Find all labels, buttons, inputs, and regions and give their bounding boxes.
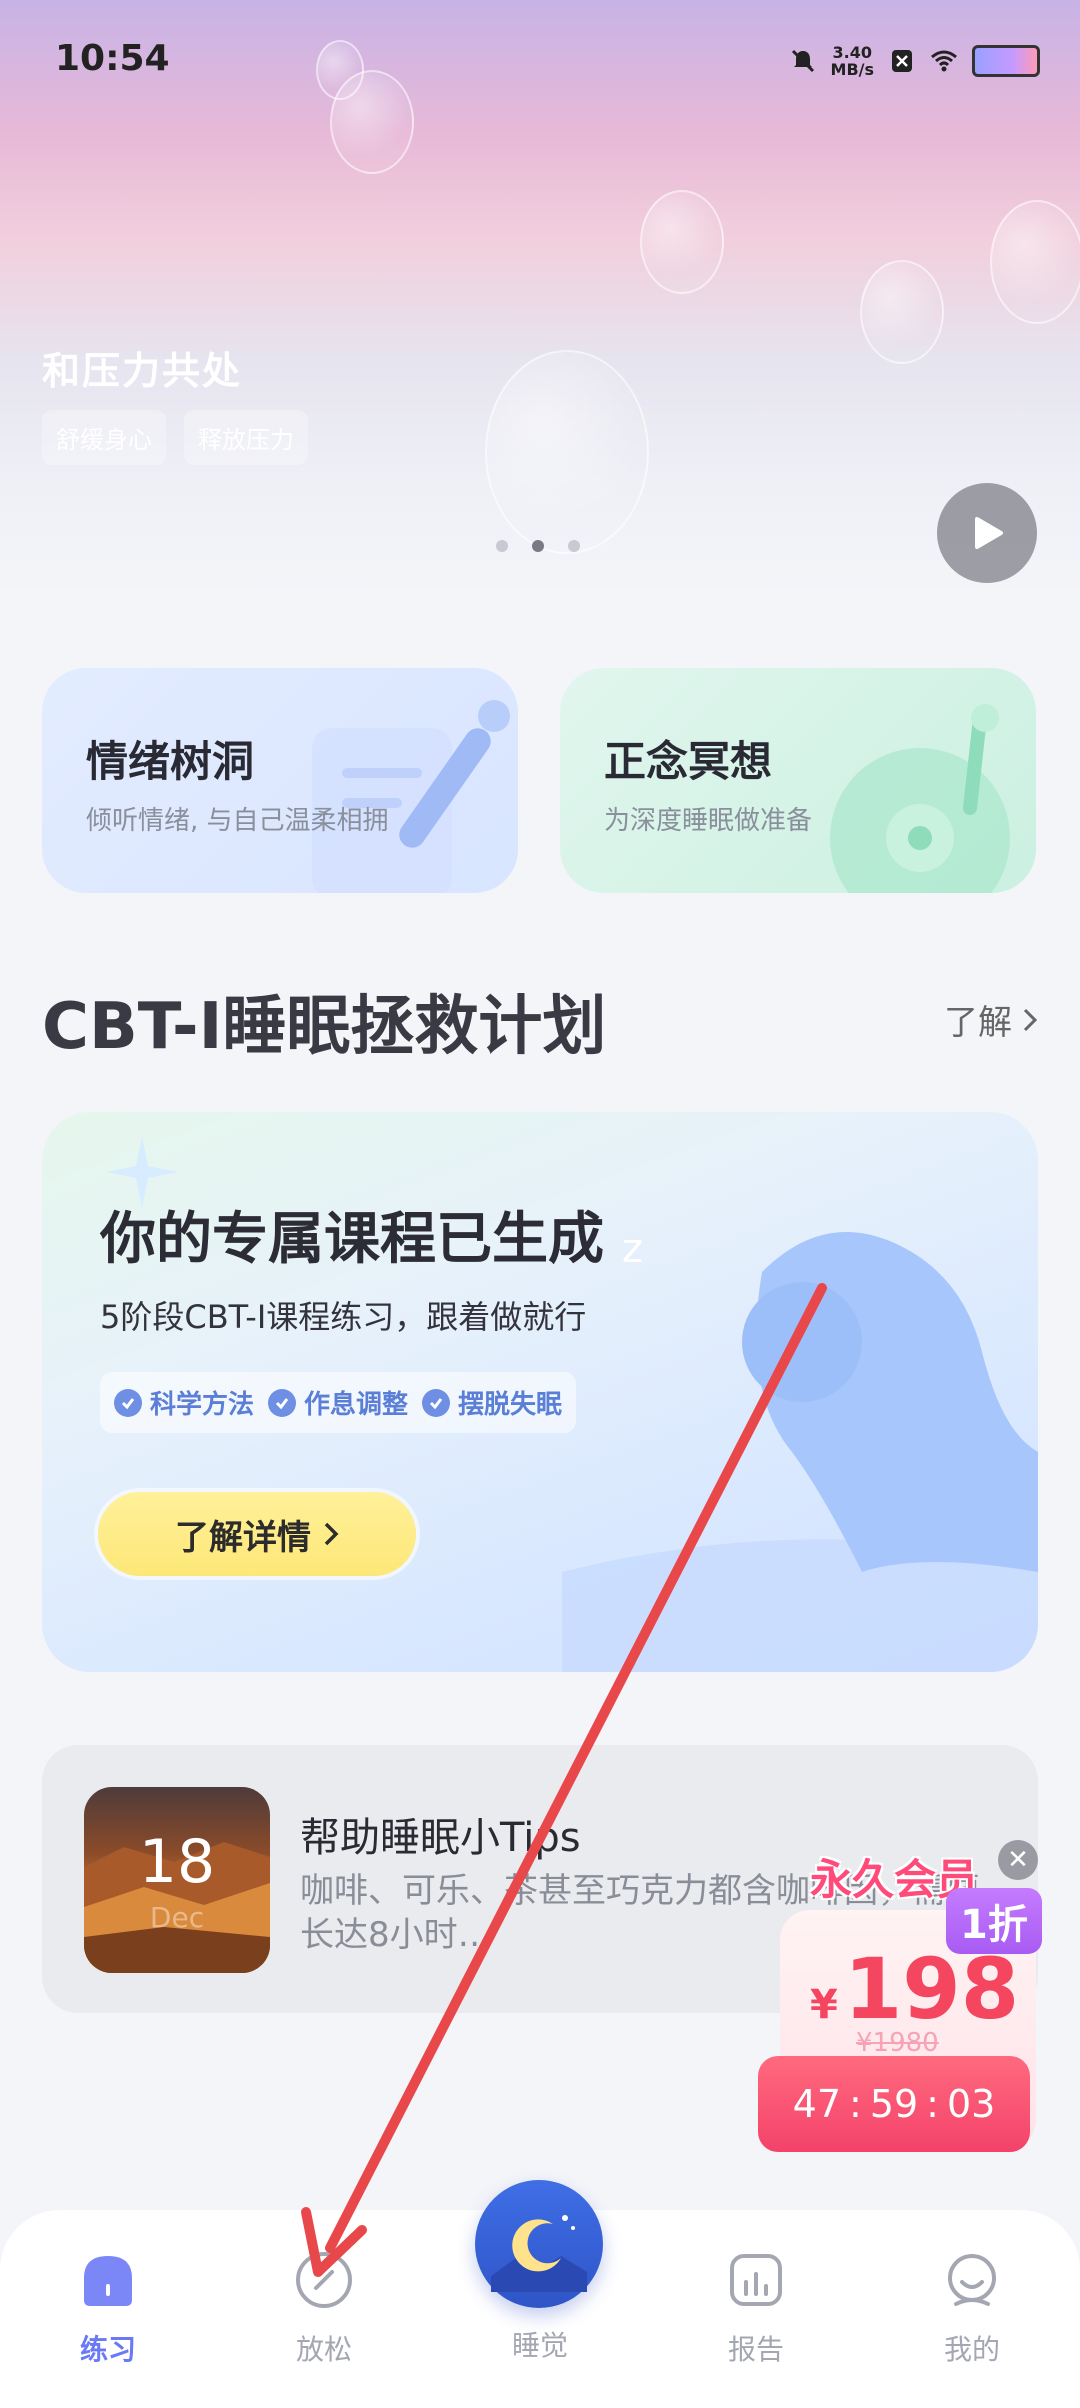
hero-title: 和压力共处 [42,349,243,393]
countdown-hours: 47 [792,2082,841,2126]
nav-label: 练习 [79,2333,136,2366]
sleep-button[interactable] [475,2180,603,2308]
check-icon [422,1388,451,1417]
tips-thumbnail: 18 Dec [84,1787,270,1973]
chart-icon [730,2254,782,2306]
sleeping-girl-illustration: z [562,1226,1038,1672]
course-tag: 科学方法 [114,1384,254,1421]
section-title: CBT-I睡眠拯救计划 [42,990,607,1064]
course-tag-label: 作息调整 [304,1390,409,1420]
nav-label: 睡觉 [511,2329,568,2362]
moon-icon [491,2215,587,2292]
feature-title: 正念冥想 [604,737,773,786]
nav-practice[interactable]: 练习 [38,2250,178,2368]
bubble-decoration [316,40,364,100]
course-title: 你的专属课程已生成 [100,1207,604,1272]
nav-label: 放松 [295,2333,352,2366]
carousel-indicator [496,540,580,552]
hero-banner[interactable]: 10:54 3.40 MB/s 和压力共处 舒缓身心 释放压力 [0,0,1080,600]
carousel-dot-active [532,540,544,552]
hero-tag: 释放压力 [184,410,308,465]
countdown-separator: : [926,2082,939,2126]
promo-countdown: 47 : 59 : 03 [758,2056,1030,2152]
course-tag-label: 科学方法 [150,1390,255,1420]
carousel-dot [568,540,580,552]
tips-day: 18 [138,1827,216,1897]
lifetime-membership-promo[interactable]: 永久会员 1折 ✕ ¥ 198 ¥1980 47 : 59 : 03 [758,1840,1060,2160]
carousel-dot [496,540,508,552]
tips-month: Dec [149,1901,205,1934]
battery-icon [972,45,1040,77]
compass-icon [296,2252,352,2308]
promo-original-price: ¥1980 [856,2028,939,2058]
course-details-label: 了解详情 [175,1517,311,1558]
record-player-icon [830,704,1010,893]
learn-more-link[interactable]: 了解 [944,995,1038,1044]
bubble-decoration [640,190,724,294]
bottom-navigation: 练习 放松 睡觉 报告 我的 [0,2180,1080,2408]
course-subtitle: 5阶段CBT-I课程练习，跟着做就行 [100,1298,587,1336]
countdown-minutes: 59 [869,2082,919,2126]
status-icons: 3.40 MB/s [789,44,1040,78]
course-details-button[interactable]: 了解详情 [98,1492,416,1576]
nav-mine[interactable]: 我的 [902,2250,1042,2368]
course-tag: 作息调整 [268,1384,408,1421]
chevron-right-icon [324,1522,339,1546]
bubble-decoration [990,200,1080,324]
course-tag-label: 摆脱失眠 [458,1390,563,1420]
play-button[interactable] [937,483,1037,583]
svg-text:z: z [622,1226,643,1272]
nav-label: 我的 [943,2333,1000,2366]
feature-title: 情绪树洞 [86,737,255,786]
bubble-decoration [860,260,944,364]
hero-tag: 舒缓身心 [42,410,166,465]
speed-value: 3.40 [832,43,872,62]
hero-tags: 舒缓身心 释放压力 [42,410,308,465]
course-card[interactable]: z 你的专属课程已生成 5阶段CBT-I课程练习，跟着做就行 科学方法 作息调整… [42,1112,1038,1672]
mindfulness-meditation-card[interactable]: 正念冥想 为深度睡眠做准备 [560,668,1036,893]
countdown-seconds: 03 [946,2082,996,2126]
check-icon [268,1388,297,1417]
promo-price: ¥ 198 [810,1940,1019,2038]
promo-price-value: 198 [843,1940,1020,2038]
network-speed: 3.40 MB/s [831,44,874,78]
feature-subtitle: 倾听情绪, 与自己温柔相拥 [86,806,389,836]
tips-title: 帮助睡眠小Tips [300,1815,581,1861]
notebook-pen-icon [312,700,510,893]
close-icon[interactable]: ✕ [998,1840,1038,1880]
chevron-right-icon [1023,1008,1038,1031]
wifi-icon [931,50,957,72]
status-time: 10:54 [55,38,170,79]
countdown-separator: : [849,2082,862,2126]
course-tags: 科学方法 作息调整 摆脱失眠 [100,1372,577,1433]
promo-currency: ¥ [810,1982,838,2028]
speed-unit: MB/s [830,60,874,79]
nav-report[interactable]: 报告 [686,2250,826,2368]
emotion-treehole-card[interactable]: 情绪树洞 倾听情绪, 与自己温柔相拥 [42,668,518,893]
nav-relax[interactable]: 放松 [254,2250,394,2368]
bubble-decoration [485,350,649,554]
feature-subtitle: 为深度睡眠做准备 [604,806,813,836]
no-sim-icon [892,50,912,72]
course-tag: 摆脱失眠 [422,1384,562,1421]
home-icon [84,2256,132,2306]
profile-icon [948,2254,996,2306]
check-icon [114,1388,142,1417]
learn-more-label: 了解 [944,1003,1012,1043]
play-icon [975,517,1003,549]
mute-bell-icon [791,49,814,73]
nav-label: 报告 [727,2333,784,2366]
